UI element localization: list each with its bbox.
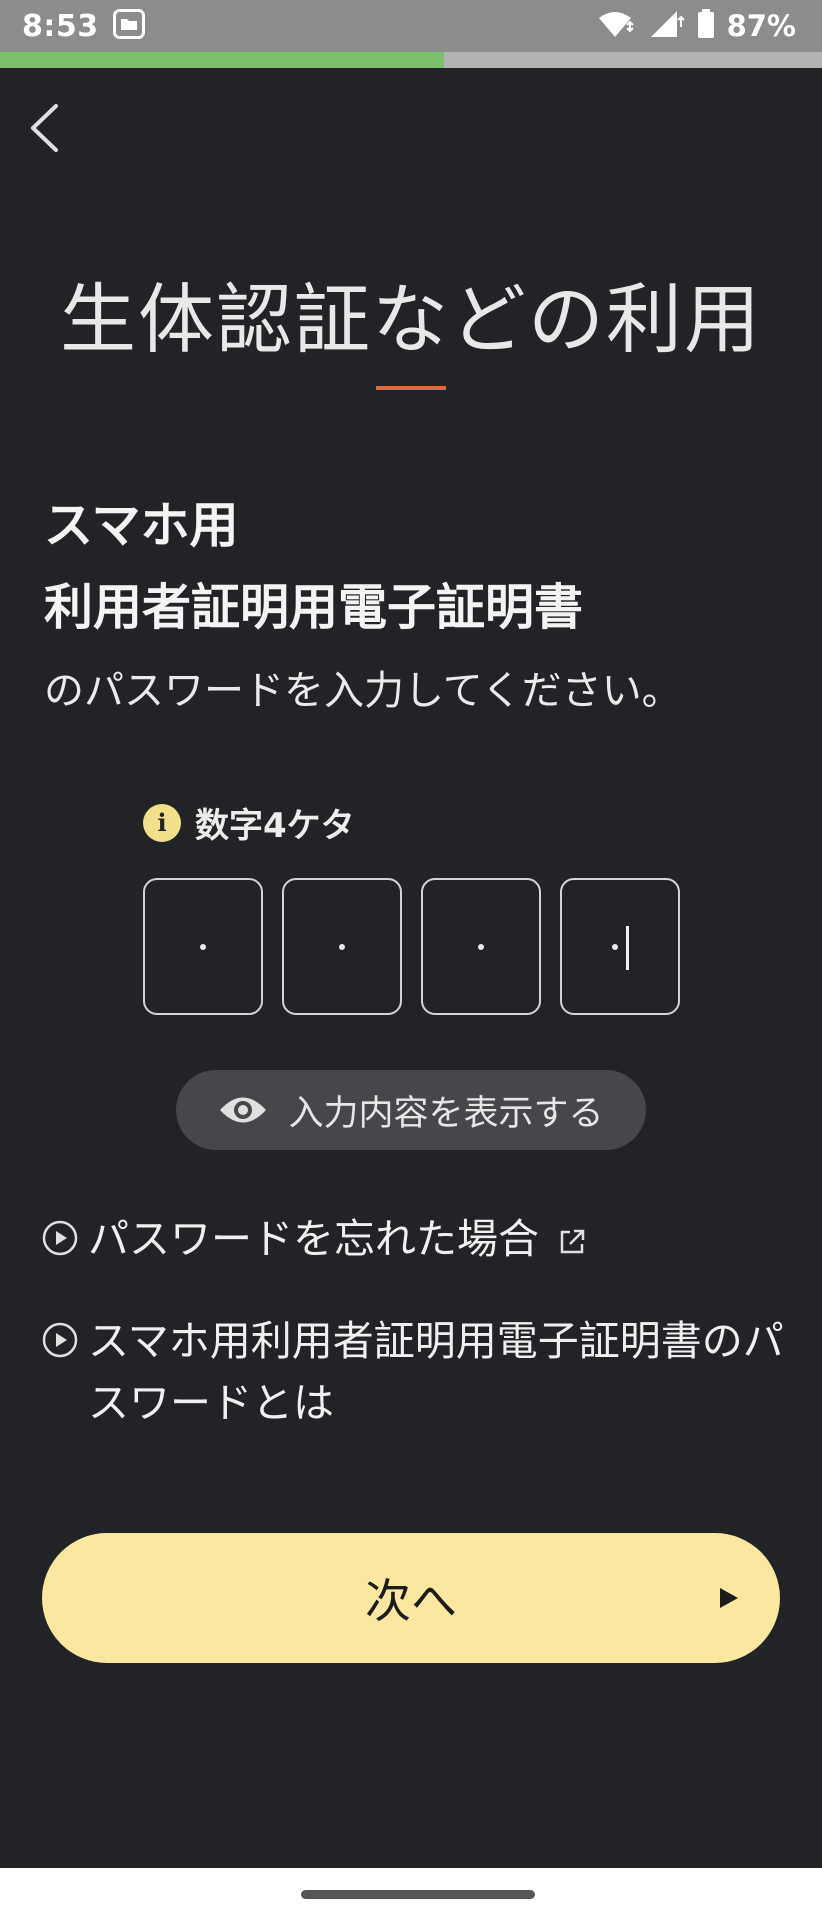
eye-icon <box>220 1097 267 1123</box>
home-gesture-bar[interactable] <box>301 1890 535 1899</box>
prompt-instruction: のパスワードを入力してください。 <box>44 668 682 714</box>
system-nav-bar <box>0 1868 822 1920</box>
chevron-left-icon <box>31 104 58 152</box>
status-bar: 8:53 87% <box>0 0 822 52</box>
folder-notification-icon <box>112 9 145 43</box>
next-button[interactable]: 次へ <box>42 1533 780 1663</box>
signal-icon <box>649 9 685 43</box>
next-button-label: 次へ <box>365 1574 457 1628</box>
external-link-icon <box>560 1229 585 1254</box>
pin-digit-1[interactable] <box>143 878 263 1015</box>
page-title: 生体認証などの利用 <box>60 275 762 364</box>
title-divider <box>376 386 446 390</box>
step-progress-bar <box>0 52 822 68</box>
pin-dot <box>612 943 618 950</box>
prompt-heading-line1: スマホ用 <box>44 497 239 554</box>
forgot-password-link[interactable]: パスワードを忘れた場合 <box>42 1208 586 1270</box>
battery-level: 87% <box>726 9 796 43</box>
pin-digit-4[interactable] <box>560 878 680 1015</box>
text-cursor <box>626 926 629 970</box>
play-circle-icon <box>42 1322 78 1358</box>
status-time: 8:53 <box>22 8 99 44</box>
password-info-label: スマホ用利用者証明用電子証明書のパスワードとは <box>88 1317 784 1427</box>
pin-dot <box>200 943 206 950</box>
password-info-link[interactable]: スマホ用利用者証明用電子証明書のパスワードとは <box>42 1310 788 1434</box>
pin-digit-3[interactable] <box>421 878 541 1015</box>
show-input-label: 入力内容を表示する <box>288 1093 604 1134</box>
battery-icon <box>697 9 715 43</box>
play-arrow-icon <box>720 1588 738 1608</box>
step-progress-fill <box>0 52 444 68</box>
show-input-toggle[interactable]: 入力内容を表示する <box>176 1070 646 1150</box>
prompt-heading-line2: 利用者証明用電子証明書 <box>44 579 584 636</box>
back-button[interactable] <box>22 100 66 156</box>
pin-digit-2[interactable] <box>282 878 402 1015</box>
pin-hint: i 数字4ケタ <box>143 798 355 847</box>
info-icon: i <box>143 803 181 842</box>
wifi-icon <box>597 9 637 43</box>
pin-hint-text: 数字4ケタ <box>195 806 355 846</box>
forgot-password-label: パスワードを忘れた場合 <box>88 1215 539 1263</box>
pin-dot <box>478 943 484 950</box>
play-circle-icon <box>42 1220 78 1256</box>
pin-dot <box>339 943 345 950</box>
pin-input-group <box>143 878 680 1015</box>
